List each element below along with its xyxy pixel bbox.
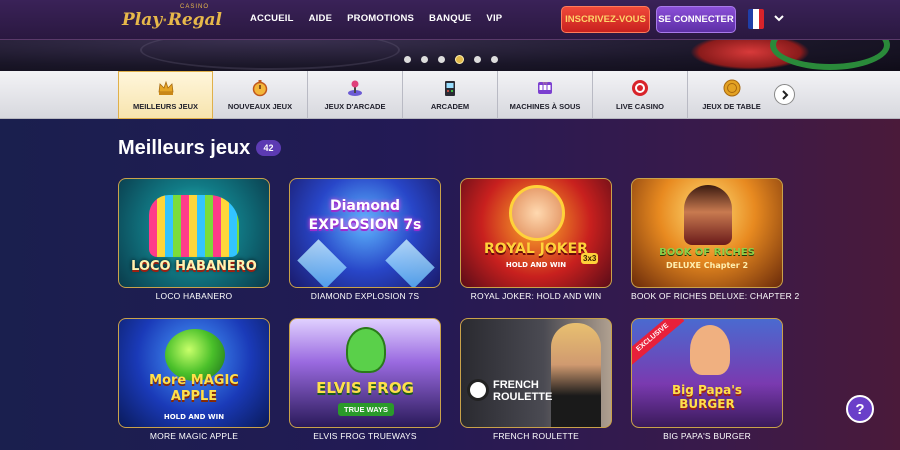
- game-thumbnail[interactable]: LOCO HABANERO: [118, 178, 270, 288]
- game-tile[interactable]: Diamond EXPLOSION 7s DIAMOND EXPLOSION 7…: [289, 178, 441, 301]
- game-art-title: BOOK OF RICHES: [659, 247, 755, 258]
- frog-art: [346, 327, 386, 373]
- carousel-dot[interactable]: [438, 56, 445, 63]
- game-name: FRENCH ROULETTE: [492, 431, 580, 441]
- game-tile[interactable]: EXCLUSIVE Big Papa's BURGER BIG PAPA'S B…: [631, 318, 783, 441]
- stopwatch-icon: [252, 80, 268, 97]
- tab-label: MEILLEURS JEUX: [132, 102, 198, 111]
- game-name: ROYAL JOKER: HOLD AND WIN: [470, 291, 602, 301]
- chevron-right-icon: [781, 89, 788, 100]
- game-tile[interactable]: More MAGIC APPLE HOLD AND WIN MORE MAGIC…: [118, 318, 270, 441]
- game-thumbnail[interactable]: BOOK OF RICHES DELUXE Chapter 2: [631, 178, 783, 288]
- tab-label: JEUX D'ARCADE: [324, 102, 386, 111]
- game-thumbnail[interactable]: EXCLUSIVE Big Papa's BURGER: [631, 318, 783, 428]
- svg-text:777: 777: [542, 81, 547, 85]
- game-art-title: ELVIS FROG: [316, 379, 414, 397]
- chef-art: [690, 325, 730, 375]
- game-art-title: Diamond EXPLOSION 7s: [308, 198, 422, 233]
- game-art-subtitle: DELUXE Chapter 2: [665, 261, 749, 270]
- exclusive-badge: EXCLUSIVE: [632, 319, 685, 366]
- game-thumbnail[interactable]: ROYAL JOKER HOLD AND WIN 3x3: [460, 178, 612, 288]
- joker-face-art: [509, 185, 565, 241]
- game-art-title: More MAGIC APPLE: [149, 373, 239, 404]
- logo[interactable]: Play Regal CASINO: [122, 4, 222, 36]
- game-thumbnail[interactable]: ELVIS FROG TRUE WAYS: [289, 318, 441, 428]
- game-art-badge: 3x3: [581, 253, 599, 264]
- carousel-dot-active[interactable]: [455, 55, 464, 64]
- logo-play-text: Play: [122, 10, 163, 30]
- game-name: BIG PAPA'S BURGER: [663, 431, 751, 441]
- tab-machines-a-sous[interactable]: 777 MACHINES À SOUS: [498, 71, 593, 119]
- login-button[interactable]: SE CONNECTER: [656, 6, 736, 33]
- nav-vip[interactable]: VIP: [486, 13, 502, 24]
- game-tile[interactable]: ROYAL JOKER HOLD AND WIN 3x3 ROYAL JOKER…: [460, 178, 612, 301]
- coin-icon: [723, 79, 740, 97]
- section-title: Meilleurs jeux: [118, 137, 251, 159]
- pinata-art: [149, 195, 239, 257]
- carousel-dot[interactable]: [404, 56, 411, 63]
- game-count-badge: 42: [256, 140, 281, 156]
- game-art-title: FRENCH ROULETTE: [493, 379, 553, 403]
- dealer-art: [551, 323, 601, 427]
- game-tile[interactable]: LOCO HABANERO LOCO HABANERO: [118, 178, 270, 301]
- tab-nouveaux-jeux[interactable]: NOUVEAUX JEUX: [213, 71, 308, 119]
- joystick-icon: [348, 80, 362, 96]
- nav-aide[interactable]: AIDE: [309, 13, 333, 24]
- slot-machine-icon: 777: [538, 81, 552, 94]
- tab-label: LIVE CASINO: [616, 102, 664, 111]
- tab-label: MACHINES À SOUS: [509, 102, 581, 111]
- fr-flag-icon[interactable]: [748, 9, 764, 29]
- top-header: Play Regal CASINO ACCUEIL AIDE PROMOTION…: [0, 0, 900, 40]
- poker-chip-icon: [632, 80, 648, 96]
- arcade-machine-icon: [445, 81, 455, 96]
- carousel-dot[interactable]: [491, 56, 498, 63]
- woman-art: [684, 185, 732, 245]
- nav-accueil[interactable]: ACCUEIL: [250, 13, 294, 24]
- game-thumbnail[interactable]: More MAGIC APPLE HOLD AND WIN: [118, 318, 270, 428]
- game-name: LOCO HABANERO: [155, 291, 233, 301]
- tab-label: ARCADEM: [430, 102, 470, 111]
- tab-meilleurs-jeux[interactable]: MEILLEURS JEUX: [118, 71, 213, 119]
- lion-crown-icon: [163, 18, 167, 22]
- tab-jeux-de-table[interactable]: JEUX DE TABLE: [688, 71, 775, 119]
- nav-promotions[interactable]: PROMOTIONS: [347, 13, 414, 24]
- logo-casino-text: CASINO: [180, 4, 210, 10]
- tab-label: NOUVEAUX JEUX: [227, 102, 293, 111]
- category-next-button[interactable]: [774, 84, 795, 105]
- game-art-title: Big Papa's BURGER: [671, 383, 743, 411]
- game-art-subtitle: TRUE WAYS: [338, 403, 394, 416]
- game-art-subtitle: HOLD AND WIN: [163, 413, 225, 421]
- crown-icon: [158, 80, 173, 95]
- game-name: DIAMOND EXPLOSION 7S: [310, 291, 420, 301]
- game-name: ELVIS FROG TRUEWAYS: [313, 431, 417, 441]
- game-tile[interactable]: ELVIS FROG TRUE WAYS ELVIS FROG TRUEWAYS: [289, 318, 441, 441]
- signup-button[interactable]: INSCRIVEZ-VOUS: [561, 6, 650, 33]
- diamond-art: [297, 239, 347, 287]
- chevron-down-icon[interactable]: [773, 12, 785, 24]
- tab-arcadem[interactable]: ARCADEM: [403, 71, 498, 119]
- game-tile[interactable]: BOOK OF RICHES DELUXE Chapter 2 BOOK OF …: [631, 178, 800, 301]
- help-button[interactable]: ?: [846, 395, 874, 423]
- game-thumbnail[interactable]: Diamond EXPLOSION 7s: [289, 178, 441, 288]
- tab-label: JEUX DE TABLE: [702, 102, 761, 111]
- game-name: MORE MAGIC APPLE: [149, 431, 239, 441]
- game-thumbnail[interactable]: FRENCH ROULETTE: [460, 318, 612, 428]
- diamond-art: [385, 239, 435, 287]
- tab-jeux-arcade[interactable]: JEUX D'ARCADE: [308, 71, 403, 119]
- carousel-dots: [404, 55, 498, 64]
- carousel-dot[interactable]: [421, 56, 428, 63]
- game-tile[interactable]: FRENCH ROULETTE FRENCH ROULETTE: [460, 318, 612, 441]
- game-art-title: LOCO HABANERO: [131, 259, 257, 274]
- game-name: BOOK OF RICHES DELUXE: CHAPTER 2: [631, 291, 800, 301]
- main-nav: ACCUEIL AIDE PROMOTIONS BANQUE VIP: [250, 13, 517, 24]
- banner-ornament: [140, 40, 400, 70]
- nav-banque[interactable]: BANQUE: [429, 13, 471, 24]
- category-bar: MEILLEURS JEUX NOUVEAUX JEUX JEUX D'ARCA…: [0, 71, 900, 119]
- roulette-logo-icon: [467, 379, 489, 401]
- carousel-dot[interactable]: [474, 56, 481, 63]
- tab-live-casino[interactable]: LIVE CASINO: [593, 71, 688, 119]
- logo-regal-text: Regal: [167, 10, 222, 30]
